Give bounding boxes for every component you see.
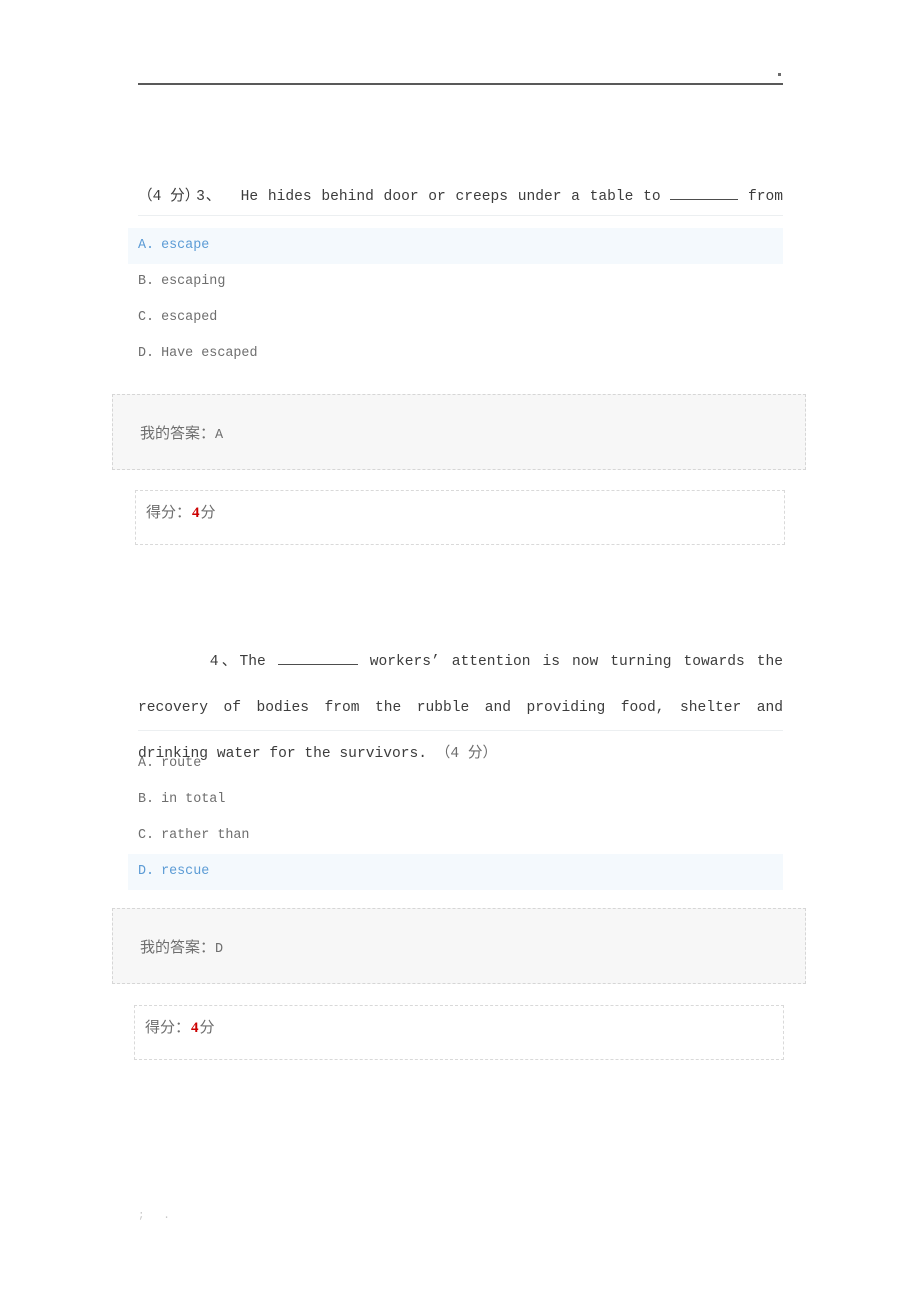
option-3-c[interactable]: C. escaped xyxy=(0,300,920,336)
question-4-score-unit: 分 xyxy=(199,1020,215,1036)
question-3-score-unit: 分 xyxy=(200,505,216,521)
page-bottom-marks: ; . xyxy=(138,1210,176,1222)
question-3-my-answer-label: 我的答案： xyxy=(140,426,216,442)
option-3-b-text: escaping xyxy=(161,274,226,289)
question-4-score-box: 得分：4分 xyxy=(134,1005,784,1060)
option-4-d-text: rescue xyxy=(161,864,210,879)
question-4-my-answer-box: 我的答案：D xyxy=(112,908,806,984)
exam-review-page: 3、 He hides behind door or creeps under … xyxy=(0,0,920,1302)
option-4-c-label: C. xyxy=(138,828,155,843)
option-3-d-label: D. xyxy=(138,346,155,361)
option-4-c[interactable]: C. rather than xyxy=(0,818,920,854)
question-4-number: 4、 xyxy=(209,654,240,670)
option-4-b[interactable]: B. in total xyxy=(0,782,920,818)
question-3-my-answer-value: A xyxy=(215,428,224,443)
question-3-score-label: 得分： xyxy=(146,505,192,521)
question-3-divider xyxy=(138,215,783,216)
question-4-options: A. route B. in total C. rather than D. rescu… xyxy=(0,746,920,890)
question-4-my-answer-label: 我的答案： xyxy=(140,940,216,956)
question-3-my-answer-text: 我的答案：A xyxy=(140,422,223,443)
option-3-a-text: escape xyxy=(161,238,210,253)
option-3-b-label: B. xyxy=(138,274,155,289)
option-4-b-label: B. xyxy=(138,792,155,807)
question-3-my-answer-box: 我的答案：A xyxy=(112,394,806,470)
option-3-a[interactable]: A. escape xyxy=(128,228,783,264)
question-3-options: A. escape B. escaping C. escaped D. Have esc… xyxy=(0,228,920,372)
question-4-my-answer-text: 我的答案：D xyxy=(140,936,223,957)
option-4-a[interactable]: A. route xyxy=(0,746,920,782)
question-3-score-text: 得分：4分 xyxy=(146,501,216,522)
option-4-c-text: rather than xyxy=(161,828,250,843)
option-4-b-text: in total xyxy=(161,792,226,807)
question-3-score-value: 4 xyxy=(192,505,200,521)
option-3-d-text: Have escaped xyxy=(161,346,258,361)
question-3-points: （4 分） xyxy=(138,189,200,205)
option-3-a-label: A. xyxy=(138,238,155,253)
question-4-text-before: The xyxy=(239,654,278,670)
option-3-c-label: C. xyxy=(138,310,155,325)
option-4-a-label: A. xyxy=(138,756,155,771)
question-4-divider xyxy=(138,730,783,731)
question-4-blank xyxy=(277,649,358,665)
option-3-d[interactable]: D. Have escaped xyxy=(0,336,920,372)
question-4-score-value: 4 xyxy=(191,1020,199,1036)
stray-dot-mark xyxy=(778,73,781,76)
option-3-c-text: escaped xyxy=(161,310,218,325)
option-4-d-label: D. xyxy=(138,864,155,879)
option-3-b[interactable]: B. escaping xyxy=(0,264,920,300)
question-4-my-answer-value: D xyxy=(215,942,224,957)
option-4-d[interactable]: D. rescue xyxy=(128,854,783,890)
question-4-score-label: 得分： xyxy=(145,1020,191,1036)
question-4-score-text: 得分：4分 xyxy=(145,1016,215,1037)
page-top-rule xyxy=(138,83,783,85)
option-4-a-text: route xyxy=(161,756,202,771)
question-3-score-box: 得分：4分 xyxy=(135,490,785,545)
